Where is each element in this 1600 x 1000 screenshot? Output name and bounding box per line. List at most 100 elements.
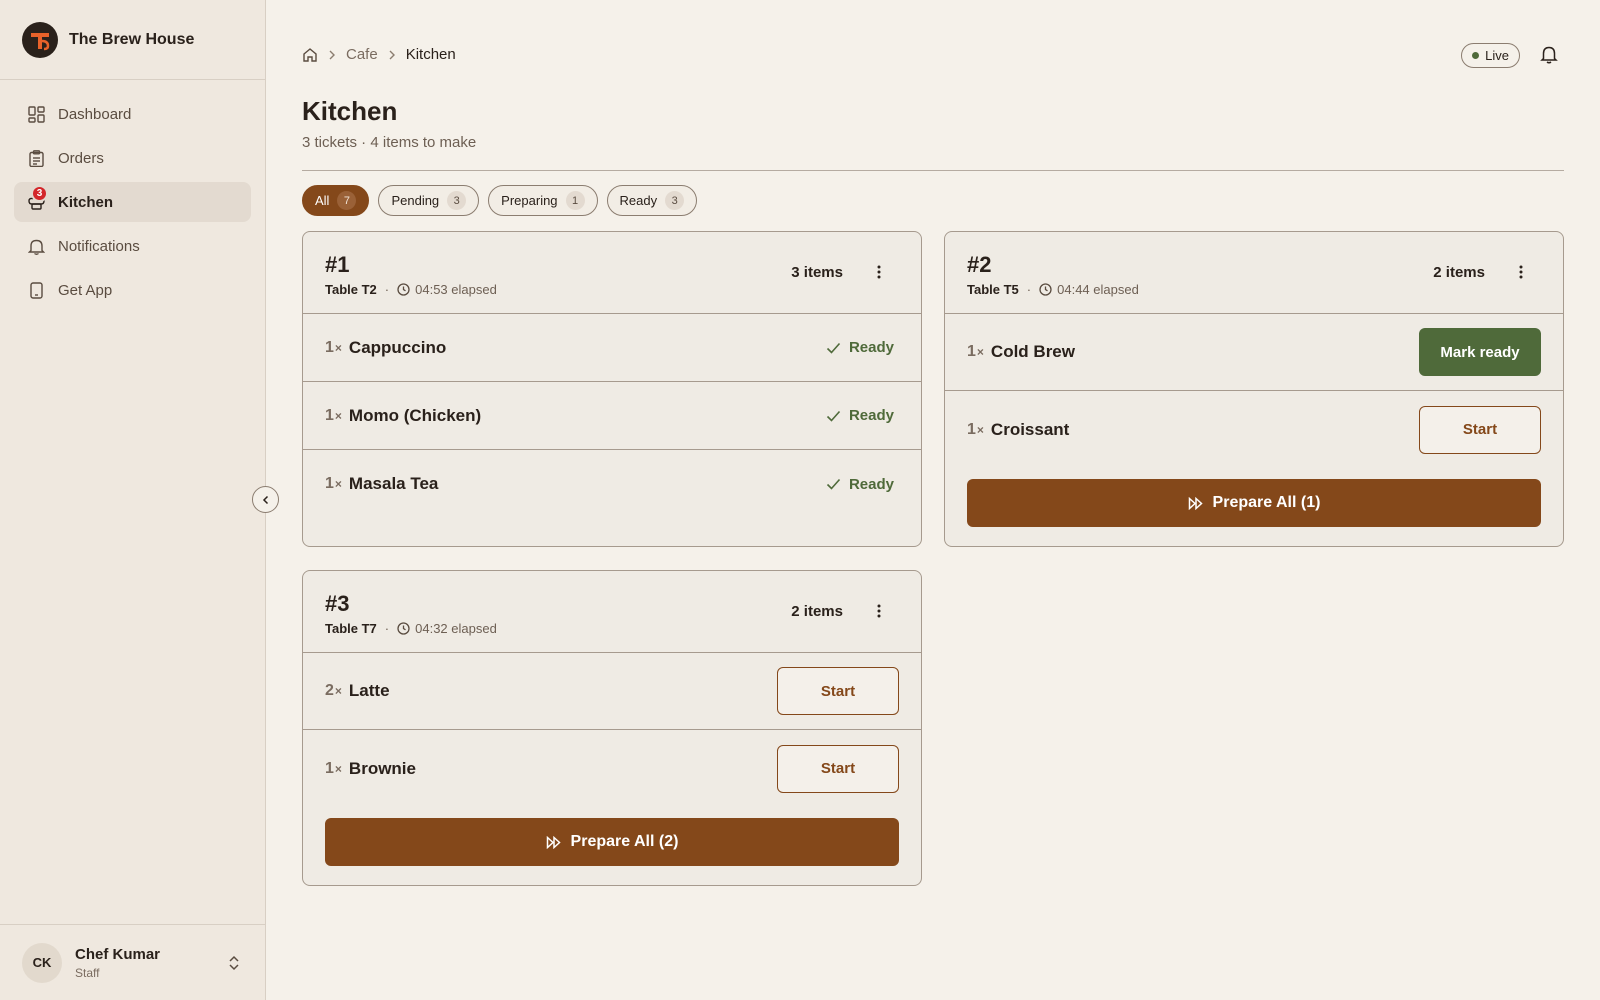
clipboard-icon: [27, 149, 45, 167]
item-name: Momo (Chicken): [348, 405, 482, 425]
item-qty: 1×: [325, 475, 342, 492]
mark-ready-button[interactable]: Mark ready: [1419, 328, 1541, 376]
ticket-item-row: 2× Latte Start: [303, 653, 921, 730]
item-qty: 1×: [967, 420, 984, 438]
fast-forward-icon: [1188, 496, 1203, 510]
filter-count: 3: [665, 191, 685, 210]
user-menu[interactable]: CK Chef Kumar Staff: [0, 924, 266, 1000]
sidebar-item-label: Kitchen: [58, 193, 114, 211]
chevron-right-icon: [388, 50, 396, 60]
ticket-header: #3 Table T7 · 04:32 elapsed 2 items: [303, 571, 921, 653]
chef-hat-icon: 3: [27, 185, 48, 211]
start-button[interactable]: Start: [777, 744, 899, 793]
prepare-all-label: Prepare All (2): [570, 833, 679, 850]
brand-logo-icon: [22, 21, 58, 58]
ticket-number: #2: [967, 252, 992, 277]
ticket-table: Table T2: [325, 282, 377, 297]
item-qty: 2×: [325, 682, 342, 699]
ticket-item-row: 1× Cappuccino Ready: [303, 314, 921, 382]
item-name: Croissant: [990, 419, 1070, 439]
home-icon[interactable]: [302, 47, 318, 63]
ticket-item-row: 1× Brownie Start: [303, 730, 921, 807]
sidebar-item-label: Get App: [58, 281, 113, 299]
sidebar-item-dashboard[interactable]: Dashboard: [14, 94, 251, 134]
live-label: Live: [1485, 48, 1509, 63]
topbar: Cafe Kitchen Live Kitchen 3 tickets · 4 …: [302, 0, 1564, 171]
filter-all[interactable]: All 7: [302, 185, 370, 216]
filter-ready[interactable]: Ready 3: [606, 185, 698, 216]
ticket-elapsed: 04:53 elapsed: [415, 282, 497, 297]
sidebar-item-notifications[interactable]: Notifications: [14, 226, 251, 266]
filter-count: 3: [447, 191, 467, 210]
start-button[interactable]: Start: [1419, 405, 1541, 454]
main-content: Cafe Kitchen Live Kitchen 3 tickets · 4 …: [302, 0, 1564, 886]
filter-label: Ready: [619, 193, 658, 208]
chevron-left-icon: [262, 495, 268, 504]
chevron-up-down-icon[interactable]: [228, 955, 240, 976]
item-name: Cold Brew: [990, 342, 1075, 361]
more-vertical-icon[interactable]: [1519, 265, 1523, 284]
item-name: Cappuccino: [348, 337, 447, 357]
filter-pending[interactable]: Pending 3: [378, 185, 480, 216]
sidebar-collapse-button[interactable]: [252, 486, 279, 513]
item-ready-status: Ready: [826, 476, 894, 493]
ticket-number: #3: [325, 591, 350, 616]
sidebar-nav: Dashboard Orders 3 Kitchen Notifications…: [0, 80, 265, 328]
item-name: Brownie: [348, 758, 416, 778]
ticket-card-3: #3 Table T7 · 04:32 elapsed 2 items 2× L…: [302, 570, 922, 886]
prepare-all-label: Prepare All (1): [1212, 494, 1321, 511]
ticket-number: #1: [325, 252, 350, 277]
filter-count: 7: [337, 191, 357, 210]
filter-label: Preparing: [501, 193, 558, 208]
user-name: Chef Kumar: [75, 945, 161, 963]
check-icon: [826, 478, 841, 490]
filter-preparing[interactable]: Preparing 1: [488, 185, 598, 216]
page-subtitle: 3 tickets · 4 items to make: [302, 134, 477, 151]
fast-forward-icon: [546, 835, 561, 849]
more-vertical-icon[interactable]: [877, 265, 881, 284]
check-icon: [826, 410, 841, 422]
sidebar-item-get-app[interactable]: Get App: [14, 270, 251, 310]
item-ready-status: Ready: [826, 339, 894, 356]
ticket-meta: Table T2 · 04:53 elapsed: [325, 282, 497, 297]
status-filters: All 7 Pending 3 Preparing 1 Ready 3: [302, 185, 698, 216]
ticket-item-count: 3 items: [791, 264, 843, 281]
sidebar-item-label: Orders: [58, 149, 104, 167]
filter-count: 1: [565, 191, 585, 210]
prepare-all-button[interactable]: Prepare All (1): [967, 479, 1541, 527]
item-name: Latte: [348, 681, 390, 700]
ticket-item-row: 1× Masala Tea Ready: [303, 450, 921, 518]
filter-label: Pending: [391, 193, 440, 208]
breadcrumb-cafe[interactable]: Cafe: [346, 46, 378, 63]
clock-icon: [1039, 283, 1052, 296]
kitchen-badge: 3: [31, 185, 48, 202]
item-qty: 1×: [325, 759, 342, 777]
check-icon: [826, 342, 841, 354]
start-button[interactable]: Start: [777, 667, 899, 715]
live-status-badge: Live: [1461, 43, 1520, 68]
ticket-header: #2 Table T5 · 04:44 elapsed 2 items: [945, 232, 1563, 314]
ticket-elapsed: 04:32 elapsed: [415, 621, 497, 636]
ticket-item-row: 1× Cold Brew Mark ready: [945, 314, 1563, 391]
more-vertical-icon[interactable]: [877, 604, 881, 623]
prepare-all-button[interactable]: Prepare All (2): [325, 818, 899, 866]
brand[interactable]: The Brew House: [0, 0, 265, 80]
sidebar-item-label: Notifications: [58, 237, 140, 255]
sidebar-item-kitchen[interactable]: 3 Kitchen: [14, 182, 251, 222]
item-qty: 1×: [325, 406, 342, 424]
sidebar: The Brew House Dashboard Orders 3 Kitche…: [0, 0, 266, 1000]
breadcrumb-kitchen: Kitchen: [405, 46, 456, 63]
clock-icon: [397, 622, 410, 635]
sidebar-item-label: Dashboard: [58, 105, 132, 123]
divider: [302, 170, 1564, 171]
item-name: Masala Tea: [348, 474, 439, 493]
ticket-item-row: 1× Momo (Chicken) Ready: [303, 382, 921, 450]
breadcrumb: Cafe Kitchen: [302, 46, 456, 63]
filter-label: All: [315, 193, 330, 208]
ticket-meta: Table T5 · 04:44 elapsed: [967, 282, 1139, 297]
sidebar-item-orders[interactable]: Orders: [14, 138, 251, 178]
notifications-bell-icon[interactable]: [1540, 45, 1558, 69]
brand-name: The Brew House: [69, 30, 195, 48]
ticket-header: #1 Table T2 · 04:53 elapsed 3 items: [303, 232, 921, 314]
bell-icon: [27, 237, 45, 255]
